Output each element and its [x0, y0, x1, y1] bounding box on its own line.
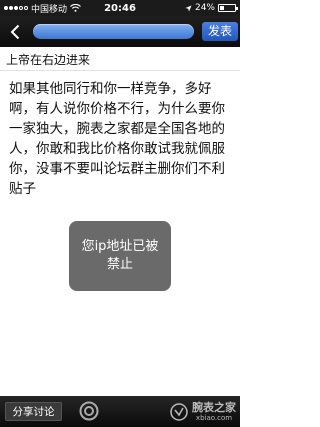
bottom-bar: 分享讨论 腕表之家 xbiao.com — [0, 396, 240, 427]
nav-bar: 发表 — [0, 16, 240, 47]
chevron-left-icon — [10, 24, 20, 39]
back-button[interactable] — [0, 16, 30, 47]
watermark-cn: 腕表之家 — [192, 401, 236, 414]
toast-message: 您ip地址已被禁止 — [69, 221, 171, 291]
location-icon — [185, 5, 192, 11]
post-subject[interactable]: 上帝在右边进来 — [0, 49, 240, 71]
camera-icon[interactable] — [79, 401, 99, 421]
battery-icon — [218, 4, 238, 12]
progress-field — [33, 24, 194, 39]
watch-logo-icon — [170, 403, 188, 421]
watermark-text: 腕表之家 xbiao.com — [192, 401, 236, 423]
watermark-en: xbiao.com — [195, 414, 233, 422]
publish-button[interactable]: 发表 — [202, 22, 238, 41]
post-body[interactable]: 如果其他同行和你一样竞争，多好啊，有人说你价格不行，为什么要你一家独大，腕表之家… — [9, 79, 231, 199]
watermark-logo: 腕表之家 xbiao.com — [169, 400, 236, 424]
status-right: 24% — [185, 0, 238, 16]
share-discussion-button[interactable]: 分享讨论 — [5, 402, 62, 421]
status-bar: 中国移动 20:46 24% — [0, 0, 240, 16]
battery-label: 24% — [194, 3, 215, 13]
